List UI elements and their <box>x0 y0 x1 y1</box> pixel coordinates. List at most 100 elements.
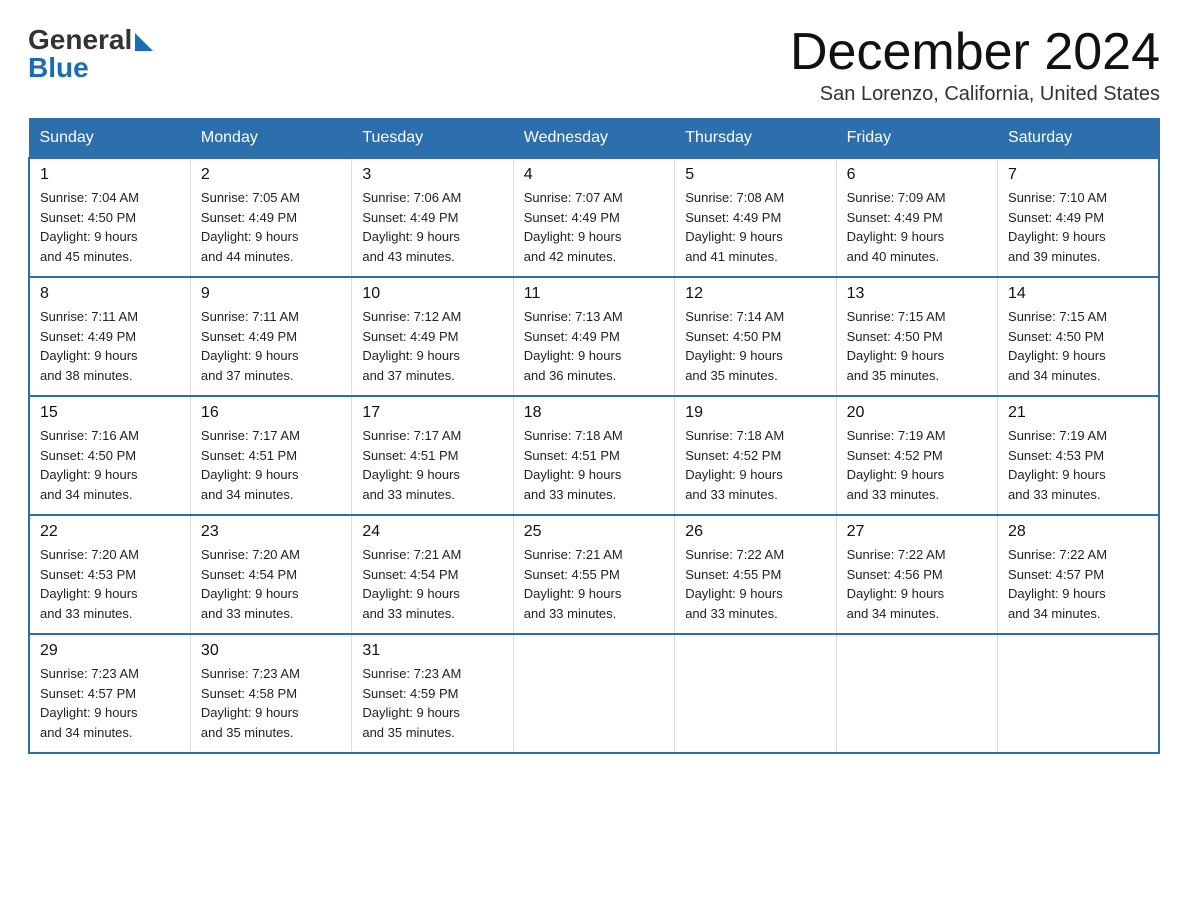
day-info: Sunrise: 7:14 AM Sunset: 4:50 PM Dayligh… <box>685 307 825 385</box>
daylight: Daylight: 9 hours <box>524 467 622 482</box>
daylight2: and 35 minutes. <box>685 368 778 383</box>
daylight: Daylight: 9 hours <box>847 586 945 601</box>
day-number: 10 <box>362 285 502 303</box>
calendar-cell: 28 Sunrise: 7:22 AM Sunset: 4:57 PM Dayl… <box>998 515 1159 634</box>
sunrise: Sunrise: 7:15 AM <box>1008 309 1107 324</box>
sunrise: Sunrise: 7:20 AM <box>40 547 139 562</box>
day-info: Sunrise: 7:04 AM Sunset: 4:50 PM Dayligh… <box>40 188 180 266</box>
calendar-cell: 4 Sunrise: 7:07 AM Sunset: 4:49 PM Dayli… <box>513 158 674 277</box>
sunrise: Sunrise: 7:20 AM <box>201 547 300 562</box>
calendar-cell: 7 Sunrise: 7:10 AM Sunset: 4:49 PM Dayli… <box>998 158 1159 277</box>
week-row-4: 22 Sunrise: 7:20 AM Sunset: 4:53 PM Dayl… <box>29 515 1159 634</box>
week-row-2: 8 Sunrise: 7:11 AM Sunset: 4:49 PM Dayli… <box>29 277 1159 396</box>
sunset: Sunset: 4:50 PM <box>685 329 781 344</box>
day-number: 21 <box>1008 404 1148 422</box>
calendar-cell: 12 Sunrise: 7:14 AM Sunset: 4:50 PM Dayl… <box>675 277 836 396</box>
day-info: Sunrise: 7:22 AM Sunset: 4:55 PM Dayligh… <box>685 545 825 623</box>
day-number: 5 <box>685 166 825 184</box>
day-number: 1 <box>40 166 180 184</box>
calendar-cell: 22 Sunrise: 7:20 AM Sunset: 4:53 PM Dayl… <box>29 515 190 634</box>
day-number: 2 <box>201 166 341 184</box>
daylight: Daylight: 9 hours <box>40 229 138 244</box>
calendar-cell: 5 Sunrise: 7:08 AM Sunset: 4:49 PM Dayli… <box>675 158 836 277</box>
calendar-cell: 18 Sunrise: 7:18 AM Sunset: 4:51 PM Dayl… <box>513 396 674 515</box>
logo-text-col: General Blue <box>28 24 153 84</box>
calendar-cell: 9 Sunrise: 7:11 AM Sunset: 4:49 PM Dayli… <box>190 277 351 396</box>
sunset: Sunset: 4:54 PM <box>201 567 297 582</box>
sunrise: Sunrise: 7:21 AM <box>362 547 461 562</box>
sunset: Sunset: 4:49 PM <box>40 329 136 344</box>
sunset: Sunset: 4:55 PM <box>685 567 781 582</box>
sunrise: Sunrise: 7:12 AM <box>362 309 461 324</box>
daylight: Daylight: 9 hours <box>1008 229 1106 244</box>
sunset: Sunset: 4:50 PM <box>847 329 943 344</box>
daylight: Daylight: 9 hours <box>40 705 138 720</box>
logo-blue-text: Blue <box>28 52 153 84</box>
sunrise: Sunrise: 7:18 AM <box>524 428 623 443</box>
daylight: Daylight: 9 hours <box>201 586 299 601</box>
calendar-cell: 1 Sunrise: 7:04 AM Sunset: 4:50 PM Dayli… <box>29 158 190 277</box>
day-info: Sunrise: 7:06 AM Sunset: 4:49 PM Dayligh… <box>362 188 502 266</box>
header: General Blue December 2024 San Lorenzo, … <box>28 24 1160 106</box>
sunrise: Sunrise: 7:22 AM <box>847 547 946 562</box>
daylight2: and 35 minutes. <box>201 725 294 740</box>
page: General Blue December 2024 San Lorenzo, … <box>0 0 1188 778</box>
day-info: Sunrise: 7:12 AM Sunset: 4:49 PM Dayligh… <box>362 307 502 385</box>
day-info: Sunrise: 7:15 AM Sunset: 4:50 PM Dayligh… <box>1008 307 1148 385</box>
day-info: Sunrise: 7:22 AM Sunset: 4:57 PM Dayligh… <box>1008 545 1148 623</box>
calendar-cell: 8 Sunrise: 7:11 AM Sunset: 4:49 PM Dayli… <box>29 277 190 396</box>
sunset: Sunset: 4:52 PM <box>847 448 943 463</box>
calendar-cell <box>513 634 674 753</box>
day-info: Sunrise: 7:13 AM Sunset: 4:49 PM Dayligh… <box>524 307 664 385</box>
sunrise: Sunrise: 7:08 AM <box>685 190 784 205</box>
day-number: 17 <box>362 404 502 422</box>
calendar-cell <box>675 634 836 753</box>
daylight: Daylight: 9 hours <box>362 348 460 363</box>
day-number: 11 <box>524 285 664 303</box>
daylight2: and 34 minutes. <box>1008 606 1101 621</box>
sunset: Sunset: 4:57 PM <box>1008 567 1104 582</box>
day-info: Sunrise: 7:17 AM Sunset: 4:51 PM Dayligh… <box>362 426 502 504</box>
day-number: 8 <box>40 285 180 303</box>
calendar-cell: 10 Sunrise: 7:12 AM Sunset: 4:49 PM Dayl… <box>352 277 513 396</box>
day-number: 16 <box>201 404 341 422</box>
daylight: Daylight: 9 hours <box>201 467 299 482</box>
calendar-cell: 26 Sunrise: 7:22 AM Sunset: 4:55 PM Dayl… <box>675 515 836 634</box>
calendar-table: Sunday Monday Tuesday Wednesday Thursday… <box>28 118 1160 754</box>
sunrise: Sunrise: 7:22 AM <box>1008 547 1107 562</box>
title-area: December 2024 San Lorenzo, California, U… <box>790 24 1160 106</box>
day-number: 31 <box>362 642 502 660</box>
daylight: Daylight: 9 hours <box>1008 348 1106 363</box>
sunset: Sunset: 4:49 PM <box>201 210 297 225</box>
sunrise: Sunrise: 7:19 AM <box>1008 428 1107 443</box>
day-number: 28 <box>1008 523 1148 541</box>
daylight: Daylight: 9 hours <box>685 348 783 363</box>
sunrise: Sunrise: 7:22 AM <box>685 547 784 562</box>
header-monday: Monday <box>190 119 351 159</box>
daylight: Daylight: 9 hours <box>1008 467 1106 482</box>
weekday-header-row: Sunday Monday Tuesday Wednesday Thursday… <box>29 119 1159 159</box>
daylight: Daylight: 9 hours <box>1008 586 1106 601</box>
daylight2: and 33 minutes. <box>40 606 133 621</box>
day-number: 7 <box>1008 166 1148 184</box>
sunrise: Sunrise: 7:23 AM <box>40 666 139 681</box>
calendar-cell: 25 Sunrise: 7:21 AM Sunset: 4:55 PM Dayl… <box>513 515 674 634</box>
day-info: Sunrise: 7:19 AM Sunset: 4:53 PM Dayligh… <box>1008 426 1148 504</box>
sunset: Sunset: 4:51 PM <box>362 448 458 463</box>
sunrise: Sunrise: 7:23 AM <box>362 666 461 681</box>
day-info: Sunrise: 7:19 AM Sunset: 4:52 PM Dayligh… <box>847 426 987 504</box>
daylight2: and 36 minutes. <box>524 368 617 383</box>
day-number: 9 <box>201 285 341 303</box>
daylight: Daylight: 9 hours <box>685 586 783 601</box>
sunset: Sunset: 4:50 PM <box>40 210 136 225</box>
calendar-cell: 13 Sunrise: 7:15 AM Sunset: 4:50 PM Dayl… <box>836 277 997 396</box>
calendar-cell: 16 Sunrise: 7:17 AM Sunset: 4:51 PM Dayl… <box>190 396 351 515</box>
daylight: Daylight: 9 hours <box>362 229 460 244</box>
sunrise: Sunrise: 7:11 AM <box>201 309 299 324</box>
sunrise: Sunrise: 7:17 AM <box>362 428 461 443</box>
daylight: Daylight: 9 hours <box>524 586 622 601</box>
daylight2: and 37 minutes. <box>362 368 455 383</box>
sunrise: Sunrise: 7:07 AM <box>524 190 623 205</box>
day-info: Sunrise: 7:15 AM Sunset: 4:50 PM Dayligh… <box>847 307 987 385</box>
calendar-cell: 19 Sunrise: 7:18 AM Sunset: 4:52 PM Dayl… <box>675 396 836 515</box>
